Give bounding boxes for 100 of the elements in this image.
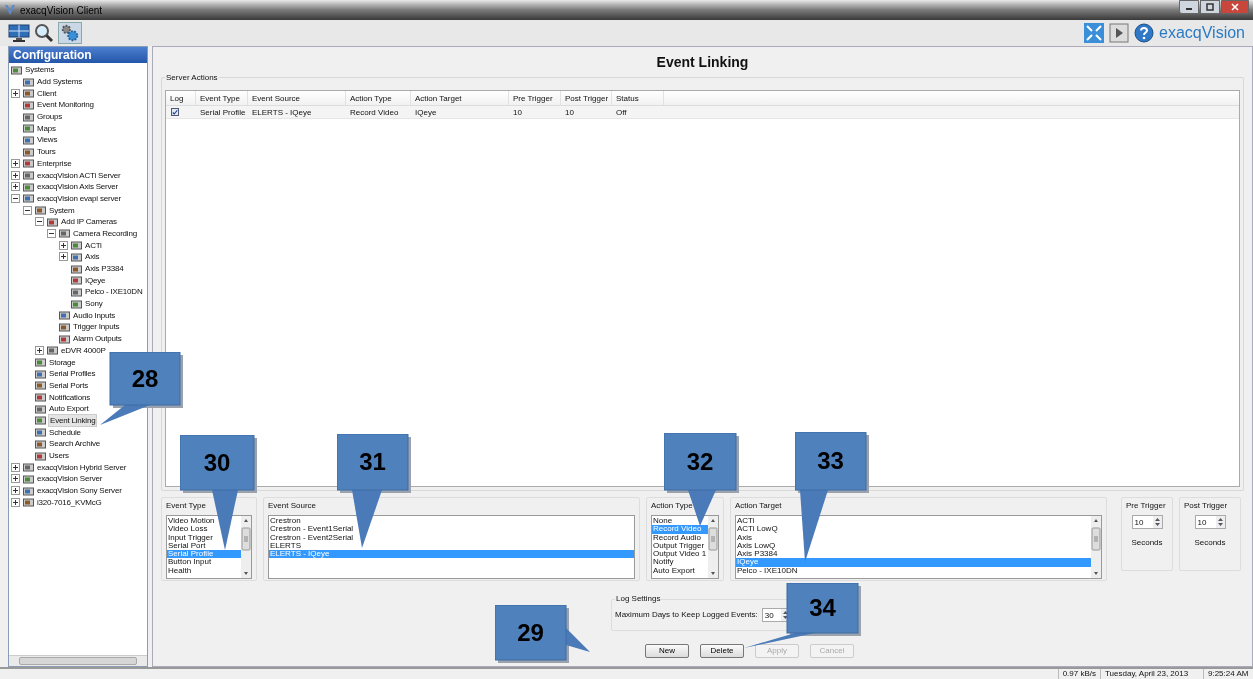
help-icon[interactable] xyxy=(1134,23,1154,43)
list-item[interactable]: Health xyxy=(167,566,241,576)
column-header[interactable]: Pre Trigger xyxy=(509,91,561,105)
list-item[interactable]: Pelco - IXE10DN xyxy=(736,566,1091,576)
column-header[interactable]: Event Type xyxy=(196,91,248,105)
checkbox[interactable] xyxy=(171,108,179,116)
column-header[interactable]: Action Type xyxy=(346,91,411,105)
tree-item[interactable]: Views xyxy=(36,134,59,146)
expand-icon[interactable] xyxy=(11,182,20,192)
expand-icon[interactable] xyxy=(11,462,20,472)
tree-item[interactable]: Serial Profiles xyxy=(48,368,97,380)
tree-item[interactable]: exacqVision Hybrid Server xyxy=(36,461,128,473)
list-item[interactable]: Output Trigger xyxy=(652,541,708,551)
button[interactable]: Delete xyxy=(700,644,744,658)
list-item[interactable]: Notify xyxy=(652,558,708,567)
tree-item[interactable]: exacqVision evapi server xyxy=(36,192,122,204)
list-item[interactable]: Crestron - Event2Serial xyxy=(269,533,634,542)
tree-item[interactable]: Tours xyxy=(36,146,57,158)
tree-item[interactable]: Axis xyxy=(84,251,101,263)
expand-icon[interactable] xyxy=(59,240,68,250)
collapse-icon[interactable] xyxy=(47,228,56,238)
column-header[interactable]: Event Source xyxy=(248,91,346,105)
spin-arrows-icon[interactable] xyxy=(1152,516,1162,528)
column-header[interactable]: Status xyxy=(612,91,664,105)
spin-arrows-icon[interactable] xyxy=(1215,516,1225,528)
monitor-icon[interactable] xyxy=(8,23,30,43)
column-header[interactable]: Log xyxy=(166,91,196,105)
vertical-scrollbar[interactable] xyxy=(241,516,251,578)
expand-icon[interactable] xyxy=(11,88,20,98)
tree-item[interactable]: Sony xyxy=(84,298,104,310)
tree-item[interactable]: Schedule xyxy=(48,426,82,438)
list-item[interactable]: Output Video 1 xyxy=(652,550,708,559)
column-header[interactable]: Post Trigger xyxy=(561,91,612,105)
tree-item[interactable]: Audio Inputs xyxy=(72,309,117,321)
list-box[interactable]: Video Motion Video Loss Input Trigger Serial Port Serial Profile Button Input Health xyxy=(166,515,252,579)
tree-item[interactable]: Maps xyxy=(36,122,57,134)
list-box[interactable]: Crestron Crestron - Event1Serial Crestron - Event2Serial ELERTS ELERTS - IQeye xyxy=(268,515,635,579)
tree-item[interactable]: exacqVision Server xyxy=(36,473,104,485)
list-item[interactable]: Button Input xyxy=(167,558,241,567)
gears-icon[interactable] xyxy=(58,22,82,44)
tree-item[interactable]: Camera Recording xyxy=(72,227,138,239)
list-box[interactable]: None Record Video Record Audio Output Trigger Output Video 1 Notify Auto Export xyxy=(651,515,719,579)
search-icon[interactable] xyxy=(34,23,54,43)
tree-item[interactable]: i320-7016_KVMcG xyxy=(36,496,103,508)
tree-item[interactable]: Groups xyxy=(36,111,64,123)
tree-item[interactable]: Trigger Inputs xyxy=(72,321,121,333)
tree-item[interactable]: Serial Ports xyxy=(48,379,89,391)
play-icon[interactable] xyxy=(1109,23,1129,43)
tree-item[interactable]: Alarm Outputs xyxy=(72,333,123,345)
tree-item[interactable]: Event Monitoring xyxy=(36,99,95,111)
list-item[interactable]: ELERTS xyxy=(269,541,634,551)
expand-icon[interactable] xyxy=(11,474,20,484)
tree-item[interactable]: Search Archive xyxy=(48,438,101,450)
expand-icon[interactable] xyxy=(35,345,44,355)
minimize-button[interactable] xyxy=(1179,0,1199,14)
button[interactable]: New xyxy=(645,644,689,658)
tree-item[interactable]: Storage xyxy=(48,356,77,368)
vertical-scrollbar[interactable] xyxy=(1091,516,1101,578)
collapse-icon[interactable] xyxy=(35,217,44,227)
maximize-button[interactable] xyxy=(1200,0,1220,14)
node-icon xyxy=(35,392,46,403)
list-item[interactable]: Record Audio xyxy=(652,533,708,542)
list-item[interactable]: Auto Export xyxy=(652,566,708,576)
horizontal-scrollbar[interactable] xyxy=(9,655,147,666)
tree-item[interactable]: Client xyxy=(36,87,58,99)
list-item[interactable]: Crestron xyxy=(269,517,634,526)
list-item[interactable]: Video Motion xyxy=(167,517,241,526)
tree-item[interactable]: Add Systems xyxy=(36,76,83,88)
tree-item[interactable]: exacqVision Sony Server xyxy=(36,485,123,497)
list-item[interactable]: Crestron - Event1Serial xyxy=(269,525,634,534)
tree-item[interactable]: IQeye xyxy=(84,274,107,286)
tree-item[interactable]: Notifications xyxy=(48,391,91,403)
vertical-scrollbar[interactable] xyxy=(708,516,718,578)
tree-item[interactable]: System xyxy=(48,204,76,216)
trigger-spinbox[interactable]: 10 xyxy=(1131,515,1163,529)
tree-item[interactable]: Auto Export xyxy=(48,403,90,415)
expand-icon[interactable] xyxy=(59,252,68,262)
list-box[interactable]: ACTi ACTi LowQ Axis Axis LowQ Axis P3384 IQeye Pelco - IXE10DN xyxy=(735,515,1102,579)
tree-item[interactable]: Axis P3384 xyxy=(84,263,125,275)
fullscreen-icon[interactable] xyxy=(1084,23,1104,43)
tree-item[interactable]: Enterprise xyxy=(36,157,73,169)
close-button[interactable] xyxy=(1221,0,1249,14)
tree-item[interactable]: Systems xyxy=(24,64,56,76)
tree-item[interactable]: Users xyxy=(48,450,70,462)
collapse-icon[interactable] xyxy=(23,205,32,215)
expand-icon[interactable] xyxy=(11,486,20,496)
collapse-icon[interactable] xyxy=(11,193,20,203)
list-item[interactable]: Input Trigger xyxy=(167,533,241,542)
expand-icon[interactable] xyxy=(11,158,20,168)
tree-item[interactable]: exacqVision ACTi Server xyxy=(36,169,122,181)
tree-item[interactable]: Pelco - IXE10DN xyxy=(84,286,144,298)
list-item[interactable]: Video Loss xyxy=(167,525,241,534)
tree-item[interactable]: ACTi xyxy=(84,239,103,251)
expand-icon[interactable] xyxy=(11,170,20,180)
tree-item[interactable]: Event Linking xyxy=(48,413,98,427)
trigger-spinbox[interactable]: 10 xyxy=(1194,515,1226,529)
tree-item[interactable]: exacqVision Axis Server xyxy=(36,181,120,193)
tree-item[interactable]: Add IP Cameras xyxy=(60,216,118,228)
expand-icon[interactable] xyxy=(11,497,20,507)
column-header[interactable]: Action Target xyxy=(411,91,509,105)
